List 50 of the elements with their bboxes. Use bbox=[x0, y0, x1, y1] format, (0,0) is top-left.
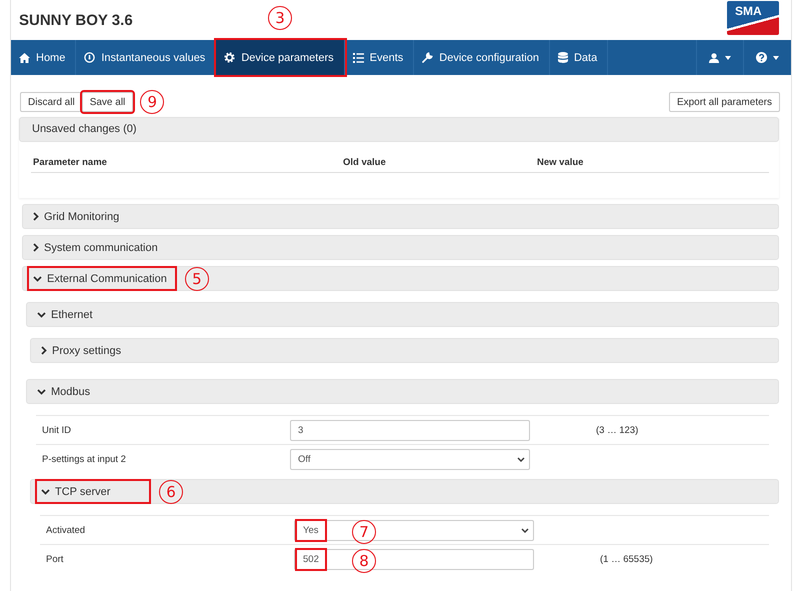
user-icon bbox=[709, 52, 719, 62]
callout-number: 9 bbox=[140, 90, 164, 114]
callout-number: 7 bbox=[352, 520, 376, 544]
column-header: Old value bbox=[343, 157, 387, 168]
database-icon bbox=[558, 52, 568, 63]
input-field[interactable]: 3 bbox=[290, 420, 530, 440]
group-toggle[interactable]: Proxy settings bbox=[37, 340, 128, 361]
discard-button[interactable]: Discard all bbox=[20, 92, 83, 112]
chevron-down-icon bbox=[41, 488, 50, 494]
parameter-label: Unit ID bbox=[42, 424, 72, 436]
chevron-down-icon bbox=[521, 528, 529, 532]
callout-number: 3 bbox=[268, 6, 292, 30]
parameter-label: Port bbox=[46, 554, 64, 564]
parameter-label: P-settings at input 2 bbox=[42, 454, 127, 464]
nav-tab[interactable]: Device configuration bbox=[414, 40, 550, 75]
logo: SMA bbox=[727, 1, 779, 35]
home-icon bbox=[19, 52, 30, 62]
list-icon bbox=[352, 52, 364, 62]
export-button[interactable]: Export all parameters bbox=[668, 92, 780, 112]
nav-tab[interactable]: Data bbox=[550, 40, 608, 75]
gear-icon bbox=[224, 52, 236, 63]
page-title: SUNNY BOY 3.6 bbox=[19, 12, 133, 29]
gauge-icon bbox=[84, 52, 96, 63]
chevron-down-icon bbox=[37, 312, 46, 318]
chevron-right-icon bbox=[33, 243, 39, 252]
parameter-label: Activated bbox=[46, 524, 86, 536]
panel-heading: Unsaved changes (0) bbox=[19, 117, 779, 142]
chevron-down-icon bbox=[37, 388, 46, 394]
group-toggle[interactable]: Modbus bbox=[33, 381, 96, 402]
chevron-down-icon bbox=[517, 456, 525, 462]
help-icon bbox=[756, 52, 767, 63]
group-toggle[interactable]: Grid Monitoring bbox=[29, 206, 126, 227]
column-header: New value bbox=[537, 157, 584, 168]
nav-tab[interactable]: Home bbox=[11, 40, 76, 75]
chevron-right-icon bbox=[33, 212, 39, 221]
callout-number: 6 bbox=[159, 480, 183, 504]
group-toggle[interactable]: Ethernet bbox=[33, 304, 99, 325]
caret-icon bbox=[773, 56, 779, 60]
column-header: Parameter name bbox=[33, 157, 108, 168]
select-field[interactable]: Off bbox=[290, 448, 530, 470]
group-toggle[interactable]: System communication bbox=[29, 237, 164, 258]
chevron-right-icon bbox=[41, 346, 47, 355]
range-hint: (1 … 65535) bbox=[599, 554, 654, 564]
wrench-icon bbox=[422, 52, 434, 63]
callout-number: 5 bbox=[184, 267, 209, 291]
nav-tab[interactable]: Events bbox=[344, 40, 414, 75]
caret-icon bbox=[725, 56, 731, 60]
chevron-down-icon bbox=[33, 276, 42, 282]
range-hint: (3 … 123) bbox=[595, 424, 640, 436]
callout-number: 8 bbox=[352, 548, 376, 572]
